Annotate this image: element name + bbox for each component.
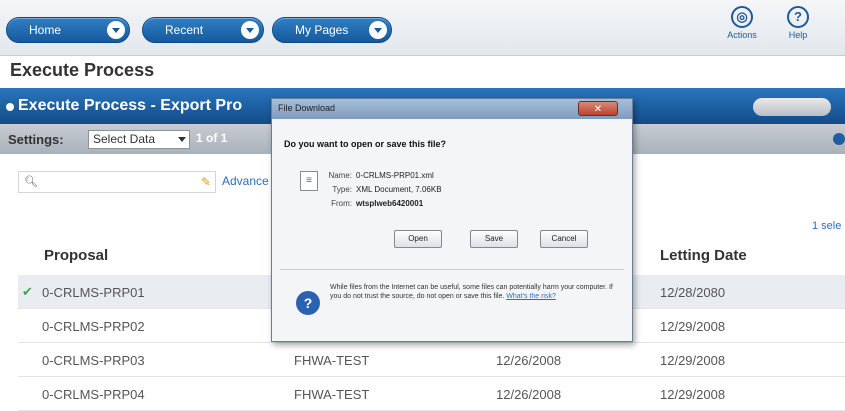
close-icon[interactable]: ✕	[578, 101, 618, 116]
help-label: Help	[788, 30, 808, 40]
file-from-value: wtsplweb6420001	[356, 199, 424, 208]
letting-date-cell: 12/29/2008	[660, 353, 726, 368]
select-data-value: Select Data	[93, 132, 156, 146]
file-from-key: From:	[331, 199, 352, 208]
column-header-proposal[interactable]: Proposal	[44, 247, 108, 264]
document-icon: ≡	[300, 171, 318, 191]
letting-date-cell: 12/28/2080	[660, 285, 726, 300]
filter-icon[interactable]: ✎	[201, 175, 211, 189]
warning-text: While files from the Internet can be use…	[330, 284, 613, 300]
section-title: Execute Process - Export Pro	[18, 97, 243, 114]
checkmark-icon: ✔	[22, 284, 33, 299]
date-cell: 12/26/2008	[496, 353, 562, 368]
proposal-cell: 0-CRLMS-PRP01	[42, 285, 145, 300]
actions-button[interactable]: ◎ Actions	[722, 6, 762, 40]
my-pages-label: My Pages	[295, 23, 349, 37]
page-title: Execute Process	[10, 60, 155, 80]
dialog-divider	[280, 269, 624, 270]
home-button[interactable]: Home	[6, 17, 130, 43]
chevron-down-icon[interactable]	[241, 21, 259, 39]
file-name-value: 0-CRLMS-PRP01.xml	[356, 171, 434, 180]
table-row[interactable]: 0-CRLMS-PRP03 FHWA-TEST 12/26/2008 12/29…	[18, 343, 845, 377]
my-pages-button[interactable]: My Pages	[272, 17, 392, 43]
settings-label: Settings:	[8, 132, 64, 147]
search-input[interactable]: 🔍︎ ✎	[18, 171, 216, 193]
open-button[interactable]: Open	[394, 230, 442, 248]
help-button[interactable]: ? Help	[778, 6, 818, 40]
file-from-row: From: wtsplweb6420001	[328, 199, 423, 208]
actions-icon: ◎	[731, 6, 753, 28]
help-icon: ?	[787, 6, 809, 28]
file-name-row: Name: 0-CRLMS-PRP01.xml	[328, 171, 434, 180]
security-shield-icon: ?	[296, 291, 320, 315]
dialog-title-bar[interactable]: File Download ✕	[272, 99, 632, 119]
risk-link[interactable]: What's the risk?	[506, 293, 556, 300]
home-label: Home	[29, 23, 62, 37]
agency-cell: FHWA-TEST	[294, 353, 370, 368]
file-type-key: Type:	[332, 185, 352, 194]
date-cell: 12/26/2008	[496, 387, 562, 402]
file-type-row: Type: XML Document, 7.06KB	[328, 185, 442, 194]
column-header-letting-date[interactable]: Letting Date	[660, 247, 747, 264]
proposal-cell: 0-CRLMS-PRP03	[42, 353, 145, 368]
dialog-title: File Download	[278, 103, 336, 113]
settings-toggle-icon[interactable]	[833, 133, 845, 145]
letting-date-cell: 12/29/2008	[660, 387, 726, 402]
agency-cell: FHWA-TEST	[294, 387, 370, 402]
file-download-dialog: File Download ✕ Do you want to open or s…	[271, 98, 633, 342]
chevron-down-icon[interactable]	[369, 21, 387, 39]
actions-label: Actions	[727, 30, 757, 40]
save-button[interactable]: Save	[470, 230, 518, 248]
select-data-dropdown[interactable]: Select Data	[88, 130, 190, 149]
dialog-question: Do you want to open or save this file?	[284, 139, 447, 149]
page-indicator: 1 of 1	[196, 131, 228, 145]
header-action-button[interactable]	[753, 98, 831, 116]
bullet-icon	[6, 103, 14, 111]
file-type-value: XML Document, 7.06KB	[356, 185, 442, 194]
proposal-cell: 0-CRLMS-PRP04	[42, 387, 145, 402]
selected-count: 1 sele	[812, 220, 842, 232]
top-navigation-bar: Home Recent My Pages ◎ Actions ? Help	[0, 0, 845, 56]
proposal-cell: 0-CRLMS-PRP02	[42, 319, 145, 334]
file-name-key: Name:	[328, 171, 352, 180]
advanced-search-link[interactable]: Advance	[222, 174, 269, 188]
search-icon: 🔍︎	[24, 176, 38, 188]
recent-button[interactable]: Recent	[142, 17, 264, 43]
chevron-down-icon[interactable]	[107, 21, 125, 39]
recent-label: Recent	[165, 23, 204, 37]
cancel-button[interactable]: Cancel	[540, 230, 588, 248]
security-warning: While files from the Internet can be use…	[330, 283, 620, 301]
letting-date-cell: 12/29/2008	[660, 319, 726, 334]
chevron-down-icon	[178, 137, 186, 142]
